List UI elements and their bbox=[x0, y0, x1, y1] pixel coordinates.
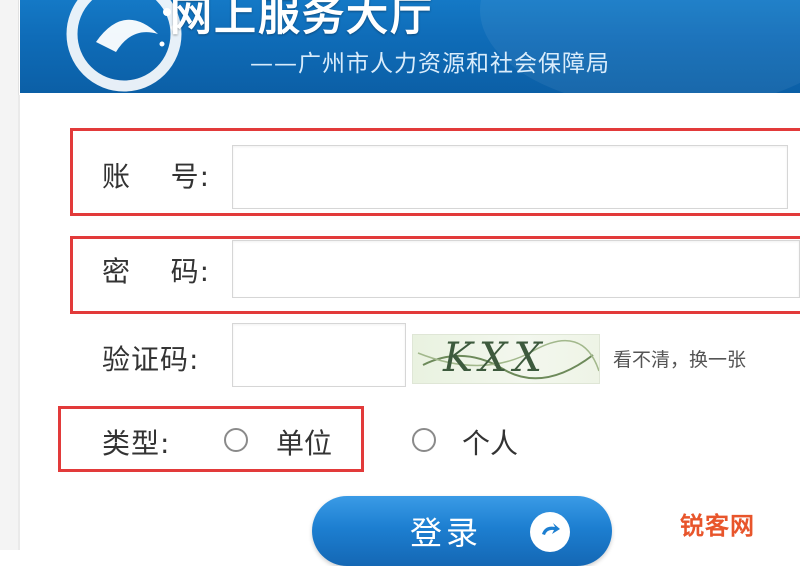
header-banner: 网上服务大厅 ——广州市人力资源和社会保障局 bbox=[20, 0, 800, 93]
radio-individual[interactable] bbox=[412, 428, 436, 452]
captcha-input[interactable] bbox=[232, 323, 406, 387]
password-input[interactable] bbox=[232, 240, 800, 298]
captcha-label: 验证码: bbox=[102, 343, 200, 376]
login-button-label: 登录 bbox=[410, 514, 483, 552]
page-left-edge bbox=[0, 0, 19, 550]
captcha-text: KXX JZ bbox=[443, 335, 548, 383]
captcha-image[interactable]: KXX JZ bbox=[412, 334, 600, 384]
header-title: 网上服务大厅 bbox=[170, 0, 435, 40]
arrow-right-icon bbox=[530, 512, 570, 552]
watermark-text: 锐客网 bbox=[680, 512, 755, 540]
radio-individual-label: 个人 bbox=[462, 427, 519, 460]
account-label: 账 号: bbox=[102, 160, 211, 193]
password-label: 密 码: bbox=[102, 255, 211, 288]
account-input[interactable] bbox=[232, 145, 788, 209]
header-subtitle: ——广州市人力资源和社会保障局 bbox=[250, 51, 610, 77]
type-label: 类型: bbox=[102, 427, 171, 460]
radio-unit[interactable] bbox=[224, 428, 248, 452]
login-button[interactable]: 登录 bbox=[312, 496, 612, 566]
radio-unit-label: 单位 bbox=[276, 427, 333, 460]
refresh-captcha-link[interactable]: 看不清，换一张 bbox=[613, 345, 746, 372]
page-left-edge-line bbox=[18, 95, 20, 550]
